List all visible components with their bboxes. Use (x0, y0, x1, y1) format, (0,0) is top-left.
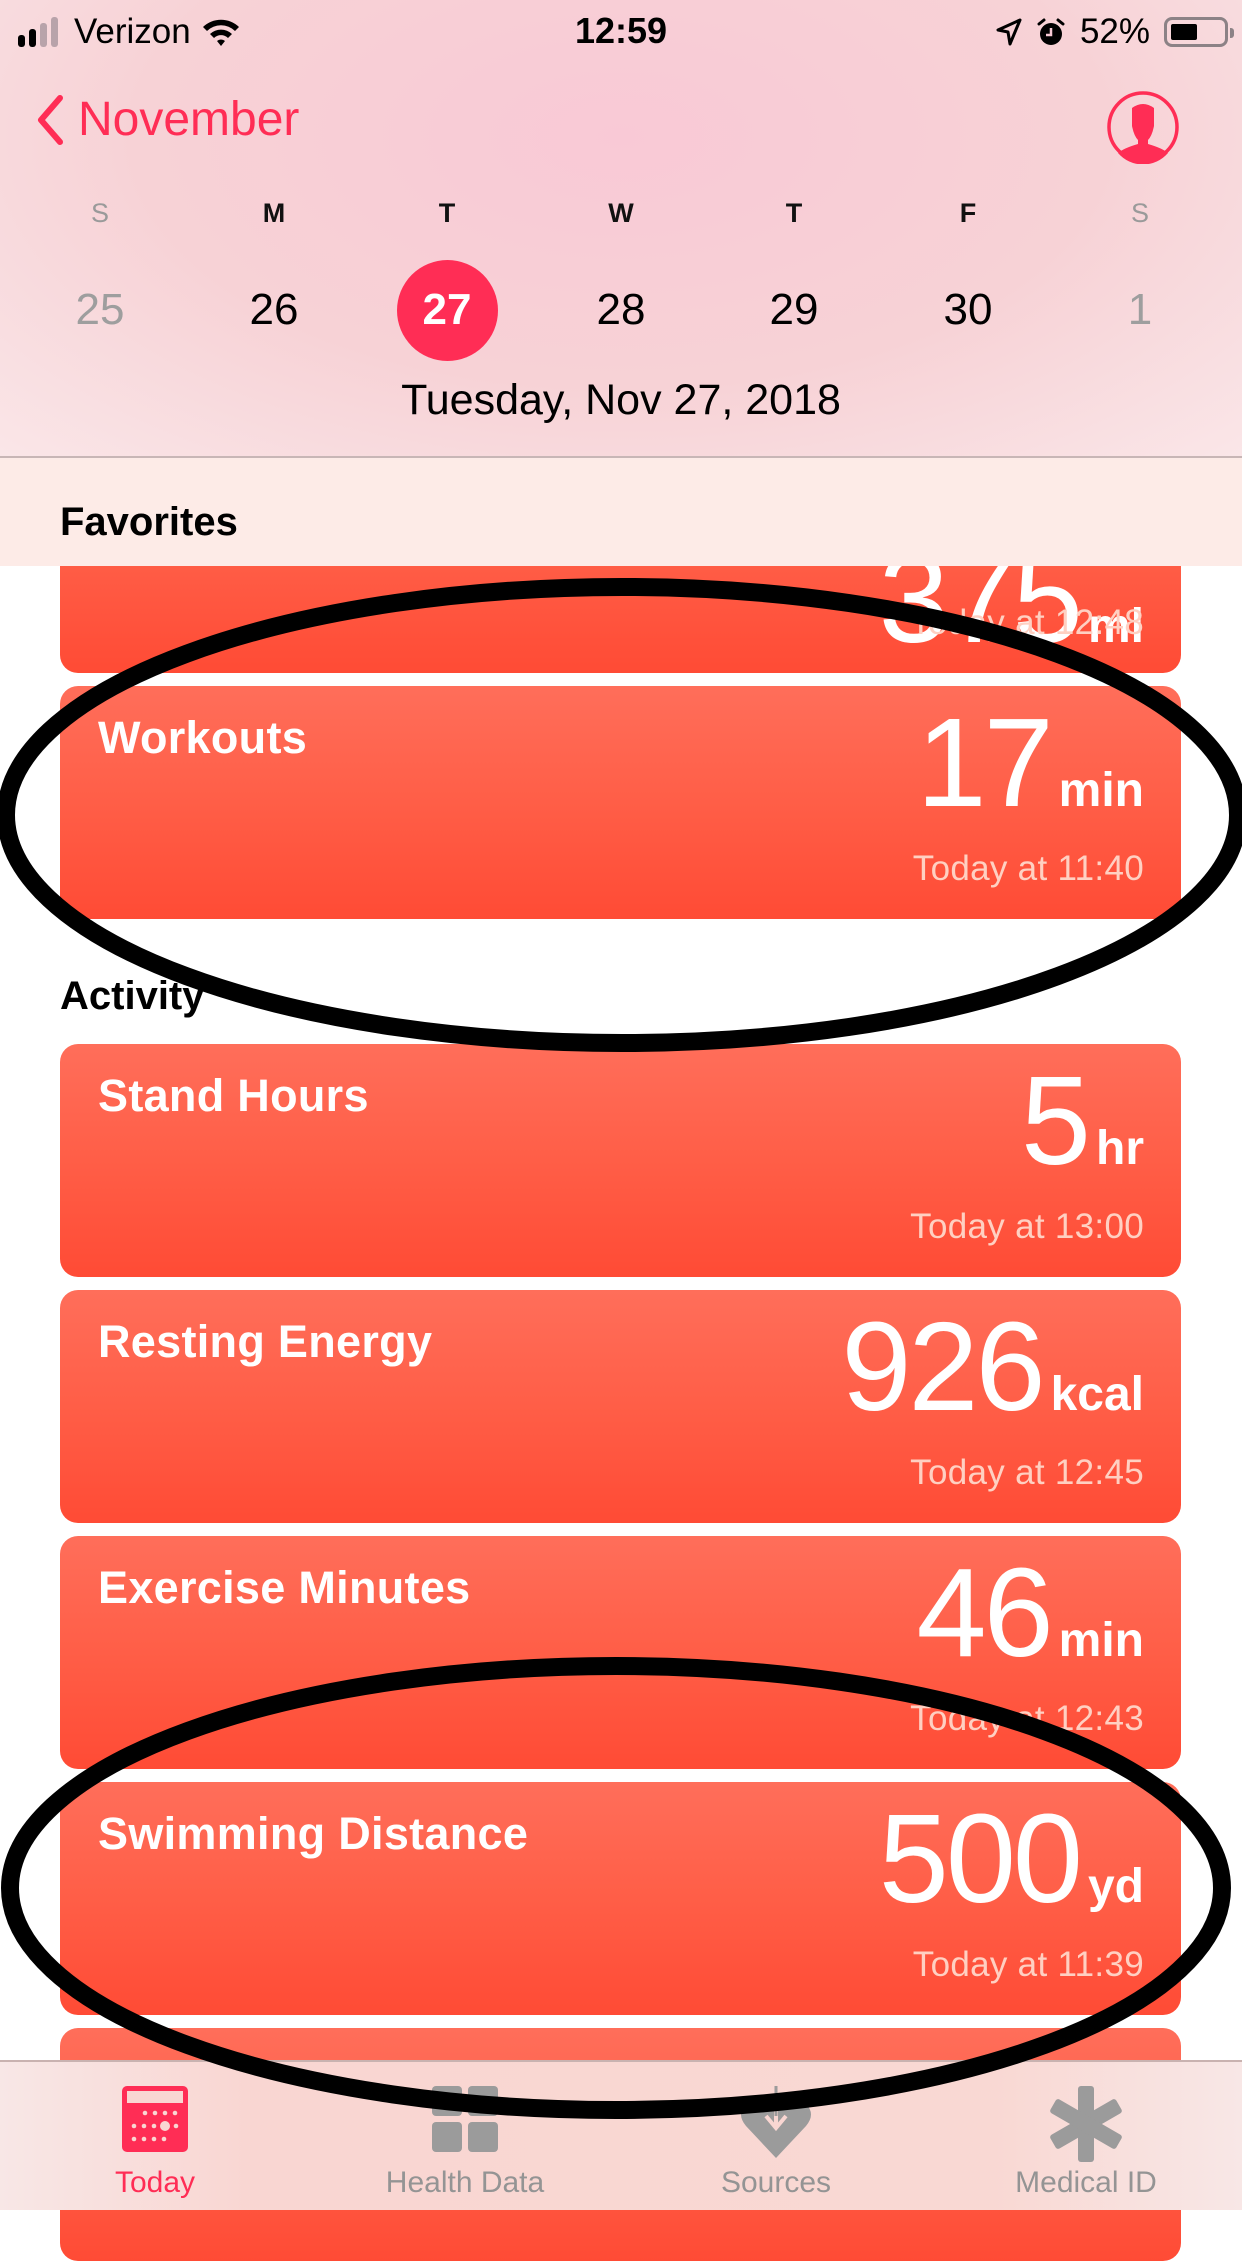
date-cell[interactable]: 29 (734, 276, 854, 376)
status-right: 52% (996, 12, 1234, 52)
card-unit: hr (1096, 1122, 1144, 1175)
exercise-minutes-card[interactable]: Exercise Minutes 46 min Today at 12:43 (60, 1536, 1181, 1769)
card-unit: kcal (1050, 1368, 1144, 1421)
card-title: Workouts (98, 712, 308, 763)
card-timestamp: Today at 13:00 (910, 1207, 1144, 1246)
weekday-label: W (608, 198, 634, 228)
date-cell[interactable]: 1 (1080, 276, 1200, 376)
resting-energy-card[interactable]: Resting Energy 926 kcal Today at 12:45 (60, 1290, 1181, 1523)
card-timestamp: Today at 12:43 (910, 1699, 1144, 1738)
back-label: November (78, 93, 300, 146)
battery-icon (1164, 17, 1234, 47)
medical-id-asterisk-icon (1050, 2086, 1122, 2162)
battery-percent: 52% (1079, 12, 1150, 51)
tab-health-data[interactable]: Health Data (355, 2062, 575, 2210)
card-value-wrap: 46 min (917, 1550, 1145, 1676)
profile-icon[interactable] (1106, 90, 1180, 164)
card-value: 46 (916, 1542, 1054, 1683)
weekday-label: M (262, 198, 286, 228)
card-value: 17 (916, 692, 1054, 833)
card-unit: min (1058, 764, 1144, 817)
health-data-grid-icon (432, 2086, 498, 2152)
header: Verizon 12:59 52% November S M T W T F S… (0, 0, 1242, 458)
card-value-wrap: 17 min (917, 700, 1145, 826)
back-button[interactable]: November (36, 92, 299, 147)
tab-label: Today (114, 2166, 196, 2199)
weekday-label: T (438, 198, 456, 228)
tab-label: Sources (720, 2166, 832, 2199)
card-title: Stand Hours (98, 1070, 369, 1121)
card-value-wrap: 5 hr (1021, 1058, 1144, 1184)
tab-today[interactable]: Today (45, 2062, 265, 2210)
favorites-header: Favorites (0, 458, 1242, 566)
today-calendar-icon (122, 2086, 188, 2152)
tab-medical-id[interactable]: Medical ID (976, 2062, 1196, 2210)
card-value: 500 (878, 1788, 1083, 1929)
weekday-label: S (90, 198, 109, 228)
favorites-section-label: Favorites (60, 500, 238, 544)
tab-sources[interactable]: Sources (666, 2062, 886, 2210)
date-cell[interactable]: 28 (561, 276, 681, 376)
date-cell[interactable]: 26 (214, 276, 334, 376)
tab-label: Medical ID (1015, 2166, 1157, 2199)
card-timestamp: Today at 11:39 (912, 1945, 1144, 1984)
date-cell-selected[interactable]: 27 (387, 276, 507, 376)
swimming-distance-card[interactable]: Swimming Distance 500 yd Today at 11:39 (60, 1782, 1181, 2015)
card-value-wrap: 500 yd (879, 1796, 1144, 1922)
activity-section-label: Activity (60, 974, 205, 1018)
tab-label: Health Data (385, 2166, 545, 2199)
stand-hours-card[interactable]: Stand Hours 5 hr Today at 13:00 (60, 1044, 1181, 1277)
card-value-wrap: 926 kcal (841, 1304, 1144, 1430)
status-bar: Verizon 12:59 52% (0, 0, 1242, 62)
weekday-label: T (785, 198, 803, 228)
card-timestamp: Today at 11:40 (912, 849, 1144, 888)
location-arrow-icon (996, 18, 1022, 46)
alarm-icon (1037, 18, 1065, 45)
card-value: 926 (841, 1296, 1045, 1437)
card-value: 5 (1020, 1050, 1091, 1191)
card-unit: yd (1087, 1860, 1144, 1913)
card-title: Resting Energy (98, 1316, 433, 1367)
workouts-card[interactable]: Workouts 17 min Today at 11:40 (60, 686, 1181, 919)
tab-bar: Today Health Data Sources Medical ID (0, 2060, 1242, 2210)
card-unit: min (1058, 1614, 1144, 1667)
card-title: Exercise Minutes (98, 1562, 471, 1613)
date-cell[interactable]: 25 (40, 276, 160, 376)
card-timestamp: Today at 12:45 (910, 1453, 1144, 1492)
card-title: Swimming Distance (98, 1808, 529, 1859)
weekday-label: F (959, 198, 977, 228)
chevron-left-icon (38, 94, 63, 145)
card-timestamp: Today at 12:48 (910, 603, 1144, 642)
battery-fill (1171, 24, 1197, 40)
date-cell[interactable]: 30 (908, 276, 1028, 376)
full-date-label: Tuesday, Nov 27, 2018 (401, 376, 841, 424)
sources-heart-icon (741, 2086, 811, 2158)
weekday-label: S (1130, 198, 1149, 228)
